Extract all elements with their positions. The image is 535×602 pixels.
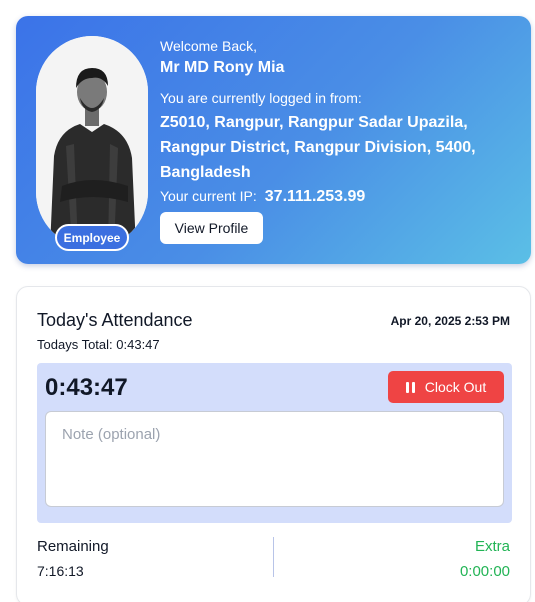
extra-value: 0:00:00: [459, 563, 510, 580]
todays-total: Todays Total: 0:43:47: [37, 337, 160, 352]
clock-out-label: Clock Out: [424, 379, 487, 395]
divider: [273, 537, 274, 577]
remaining-value: 7:16:13: [37, 563, 84, 579]
user-name: Mr MD Rony Mia: [160, 59, 285, 76]
avatar-photo: [36, 36, 148, 248]
ip-label: Your current IP:: [160, 188, 257, 204]
clock-out-button[interactable]: Clock Out: [388, 371, 504, 403]
welcome-text: Welcome Back, Mr MD Rony Mia You are cur…: [160, 37, 520, 206]
remaining-label: Remaining: [37, 538, 109, 555]
welcome-card: Employee Welcome Back, Mr MD Rony Mia Yo…: [16, 16, 531, 264]
login-location-label: You are currently logged in from:: [160, 90, 362, 106]
note-input[interactable]: [45, 411, 504, 507]
remaining-block: Remaining 7:16:13: [37, 538, 109, 579]
ip-row: Your current IP: 37.111.253.99: [160, 188, 520, 206]
extra-label: Extra: [474, 538, 510, 555]
view-profile-button[interactable]: View Profile: [160, 212, 263, 244]
timer-panel: 0:43:47 Clock Out: [37, 363, 512, 523]
role-badge: Employee: [55, 224, 129, 251]
login-location: Z5010, Rangpur, Rangpur Sadar Upazila, R…: [160, 114, 476, 181]
ip-address: 37.111.253.99: [264, 188, 366, 205]
session-timer: 0:43:47: [45, 374, 128, 401]
avatar: [36, 36, 148, 248]
welcome-label: Welcome Back,: [160, 38, 257, 54]
attendance-card: Today's Attendance Apr 20, 2025 2:53 PM …: [16, 286, 531, 602]
current-datetime: Apr 20, 2025 2:53 PM: [390, 314, 510, 328]
attendance-title: Today's Attendance: [37, 310, 193, 330]
pause-icon: [405, 381, 415, 393]
todays-total-value: 0:43:47: [116, 337, 160, 352]
extra-block: Extra 0:00:00: [460, 538, 510, 580]
todays-total-label: Todays Total:: [37, 337, 113, 352]
